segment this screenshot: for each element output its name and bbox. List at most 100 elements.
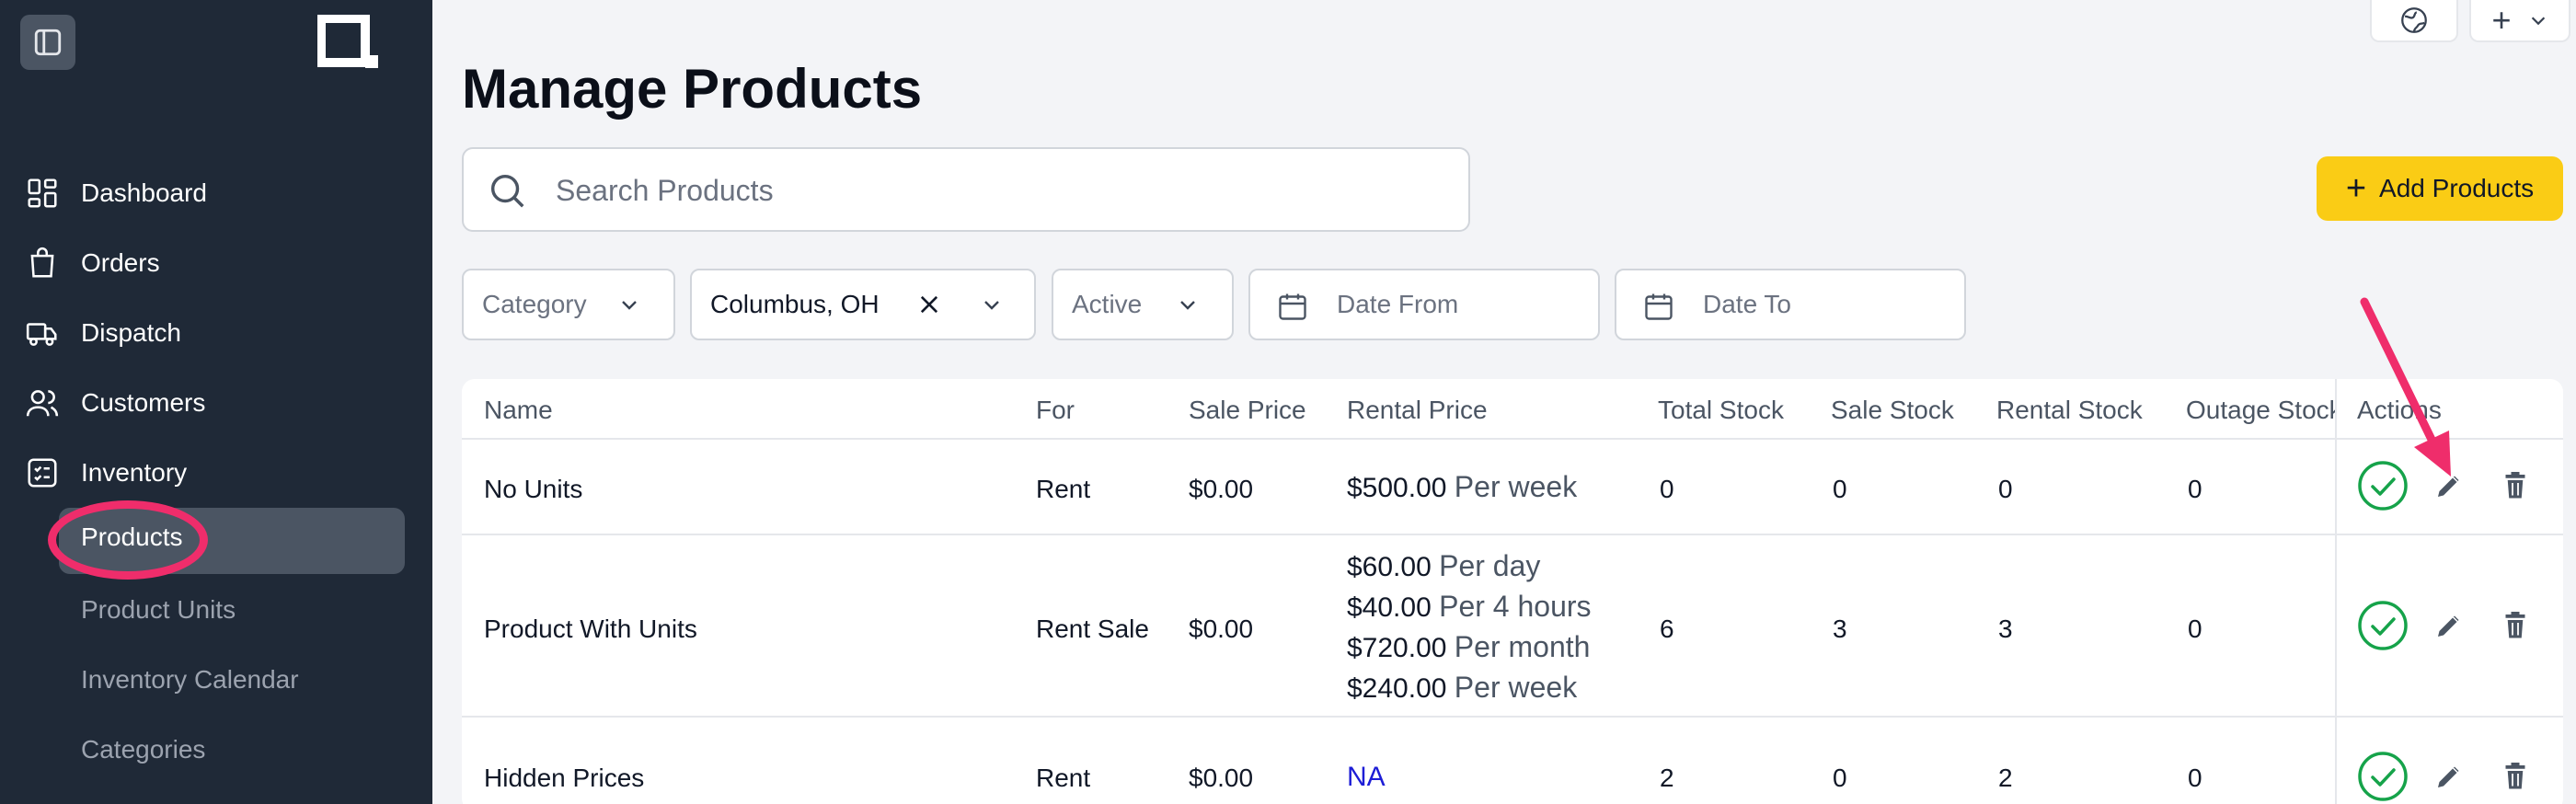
checklist-icon <box>24 454 61 491</box>
create-menu-button[interactable]: + <box>2469 0 2570 42</box>
globe-icon <box>2401 7 2427 33</box>
add-products-button[interactable]: + Add Products <box>2317 156 2563 221</box>
location-filter[interactable]: Columbus, OH <box>690 269 1036 340</box>
rental-price-na[interactable]: NA <box>1347 762 1386 793</box>
nav-label: Dashboard <box>81 178 207 207</box>
sidebar-item-categories[interactable]: Categories <box>81 731 205 768</box>
page-title: Manage Products <box>462 58 923 120</box>
nav-label: Inventory <box>81 458 188 487</box>
status-filter[interactable]: Active <box>1052 269 1234 340</box>
rental-stock: 0 <box>1998 475 2013 503</box>
truck-icon <box>24 315 61 351</box>
chevron-down-icon <box>2531 17 2545 26</box>
date-to-placeholder: Date To <box>1703 290 1791 318</box>
calendar-icon <box>1279 293 1306 320</box>
add-products-label: Add Products <box>2379 174 2535 202</box>
sidebar-toggle-icon <box>34 29 62 56</box>
rental-amount: $500.00 <box>1347 473 1447 503</box>
status-filter-value: Active <box>1072 290 1143 318</box>
nav-item-dashboard[interactable]: Dashboard <box>0 158 432 228</box>
shopping-bag-icon <box>24 245 61 281</box>
rental-unit: Per day <box>1439 549 1541 582</box>
total-stock: 6 <box>1660 614 1674 643</box>
sidebar: Dashboard Orders Dispatch Customers Inve… <box>0 0 432 804</box>
rental-amount: $240.00 <box>1347 673 1447 704</box>
brand-logo-icon[interactable] <box>317 15 382 70</box>
dashboard-icon <box>24 175 61 212</box>
product-name[interactable]: No Units <box>484 475 582 504</box>
chevron-down-icon <box>1180 301 1195 310</box>
outage-stock: 0 <box>2188 764 2202 792</box>
trash-icon[interactable] <box>2499 760 2532 793</box>
search-box[interactable] <box>462 147 1470 232</box>
nav-item-customers[interactable]: Customers <box>0 368 432 438</box>
trash-icon[interactable] <box>2499 469 2532 502</box>
rental-unit: Per week <box>1454 470 1578 503</box>
rental-amount: $60.00 <box>1347 552 1432 582</box>
sidebar-item-product-units[interactable]: Product Units <box>81 592 236 628</box>
search-icon <box>490 174 524 208</box>
chevron-down-icon <box>622 301 637 310</box>
annotation-circle <box>48 500 208 580</box>
category-filter[interactable]: Category <box>462 269 675 340</box>
calendar-icon <box>1645 293 1673 320</box>
nav-item-dispatch[interactable]: Dispatch <box>0 298 432 368</box>
search-input[interactable] <box>556 167 1439 213</box>
column-header-outage-stock[interactable]: Outage Stock <box>2186 396 2335 425</box>
sale-price: $0.00 <box>1189 614 1254 643</box>
sale-price: $0.00 <box>1189 764 1254 792</box>
column-header-sale-price[interactable]: Sale Price <box>1189 396 1306 425</box>
nav-item-inventory[interactable]: Inventory <box>0 438 432 508</box>
rental-stock: 2 <box>1998 764 2013 792</box>
rental-unit: Per 4 hours <box>1439 590 1592 623</box>
column-header-total-stock[interactable]: Total Stock <box>1658 396 1784 425</box>
nav-label: Customers <box>81 388 206 417</box>
column-header-rental-price[interactable]: Rental Price <box>1347 396 1488 425</box>
row-divider <box>462 438 2563 440</box>
category-filter-label: Category <box>482 290 587 318</box>
nav-item-orders[interactable]: Orders <box>0 228 432 298</box>
product-for: Rent Sale <box>1036 614 1149 643</box>
product-name[interactable]: Hidden Prices <box>484 764 644 793</box>
product-name[interactable]: Product With Units <box>484 614 697 644</box>
column-header-rental-stock[interactable]: Rental Stock <box>1996 396 2143 425</box>
rental-amount: $40.00 <box>1347 592 1432 623</box>
total-stock: 2 <box>1660 764 1674 792</box>
sidebar-toggle-button[interactable] <box>20 15 75 70</box>
users-icon <box>24 385 61 421</box>
total-stock: 0 <box>1660 475 1674 503</box>
outage-stock: 0 <box>2188 475 2202 503</box>
actions-column-divider <box>2335 379 2337 804</box>
active-check-icon[interactable] <box>2357 751 2409 802</box>
edit-icon[interactable] <box>2432 760 2466 793</box>
date-from-field[interactable]: Date From <box>1248 269 1600 340</box>
sale-stock: 3 <box>1833 614 1847 643</box>
rental-amount: $720.00 <box>1347 633 1447 663</box>
rental-unit: Per week <box>1454 671 1578 704</box>
sale-price: $0.00 <box>1189 475 1254 503</box>
rental-stock: 3 <box>1998 614 2013 643</box>
sidebar-item-inventory-calendar[interactable]: Inventory Calendar <box>81 661 299 698</box>
column-header-for[interactable]: For <box>1036 396 1075 425</box>
column-header-name[interactable]: Name <box>484 396 553 425</box>
products-table: Name For Sale Price Rental Price Total S… <box>462 379 2563 804</box>
sale-stock: 0 <box>1833 764 1847 792</box>
rental-unit: Per month <box>1454 630 1591 663</box>
column-header-sale-stock[interactable]: Sale Stock <box>1831 396 1954 425</box>
row-divider <box>462 716 2563 718</box>
rental-price-list: $60.00 Per day $40.00 Per 4 hours $720.0… <box>1347 546 1592 708</box>
nav-label: Orders <box>81 248 160 277</box>
chevron-down-icon <box>984 301 999 310</box>
world-button[interactable] <box>2370 0 2458 42</box>
clear-icon[interactable] <box>916 292 942 317</box>
sale-stock: 0 <box>1833 475 1847 503</box>
annotation-arrow <box>2360 297 2451 477</box>
outage-stock: 0 <box>2188 614 2202 643</box>
nav-label: Dispatch <box>81 318 181 347</box>
edit-icon[interactable] <box>2432 609 2466 642</box>
date-to-field[interactable]: Date To <box>1615 269 1966 340</box>
plus-icon: + <box>2491 1 2512 39</box>
trash-icon[interactable] <box>2499 609 2532 642</box>
active-check-icon[interactable] <box>2357 600 2409 651</box>
rental-price-list: $500.00 Per week <box>1347 467 1577 508</box>
